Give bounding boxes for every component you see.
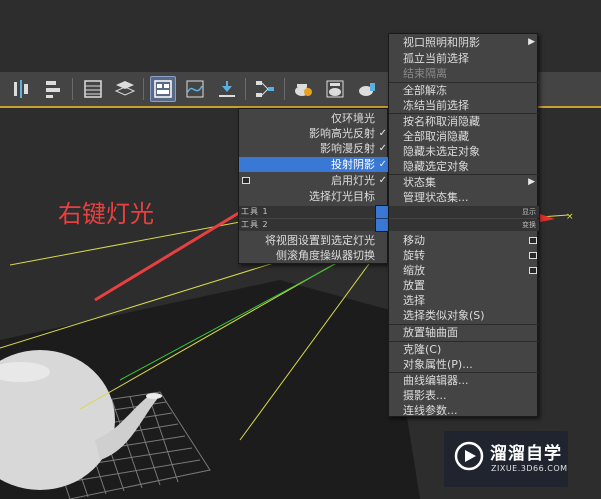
menu-item-dope-sheet[interactable]: 摄影表... [389, 388, 539, 403]
render-setup-icon [326, 80, 344, 98]
menu-item-hide-selection[interactable]: 隐藏选定对象 [389, 159, 539, 174]
menu-item-select-light-target[interactable]: 选择灯光目标 [239, 189, 389, 204]
menu-item-select[interactable]: 选择 [389, 293, 539, 308]
curve-editor-icon [186, 80, 204, 98]
watermark: 溜溜自学 ZIXUE.3D66.COM [444, 431, 568, 487]
options-box-icon[interactable] [242, 177, 250, 184]
quad-header-tools1: 工具 1 [239, 206, 389, 218]
toolbar-separator [72, 78, 73, 100]
menu-item-object-properties[interactable]: 对象属性(P)... [389, 357, 539, 372]
menu-item-clone[interactable]: 克隆(C) [389, 342, 539, 357]
menu-item-roll-manipulator[interactable]: 侧滚角度操纵器切换 [239, 248, 389, 263]
scene-explorer-icon [84, 80, 102, 98]
menu-item-place[interactable]: 放置 [389, 278, 539, 293]
menu-item-unhide-all[interactable]: 全部取消隐藏 [389, 129, 539, 144]
watermark-title: 溜溜自学 [490, 444, 562, 464]
checkmark-icon: ✓ [378, 128, 387, 139]
dope-sheet-button[interactable] [214, 76, 240, 102]
quad-header-transform: 变换 [389, 219, 539, 231]
options-box-icon[interactable] [529, 267, 537, 274]
checkmark-icon: ✓ [378, 159, 387, 170]
menu-item-cast-shadows[interactable]: 投射阴影 ✓ [239, 157, 389, 172]
menu-item-set-view-to-light[interactable]: 将视图设置到选定灯光 [239, 233, 389, 248]
menu-item-state-sets[interactable]: 状态集 ▶ [389, 175, 539, 190]
light-target-label: × [566, 212, 574, 222]
menu-item-unfreeze-all[interactable]: 全部解冻 [389, 83, 539, 98]
schematic-view-icon [256, 81, 274, 97]
menu-item-place-pivot-surface[interactable]: 放置轴曲面 [389, 325, 539, 340]
render-setup-button[interactable] [322, 76, 348, 102]
scene-explorer-button[interactable] [80, 76, 106, 102]
align-button[interactable] [8, 76, 34, 102]
dope-sheet-icon [219, 81, 235, 97]
menu-item-viewport-lighting[interactable]: 视口照明和阴影 ▶ [389, 35, 539, 50]
menu-item-end-isolate[interactable]: 结束隔离 [389, 66, 539, 81]
menu-item-move[interactable]: 移动 [389, 233, 539, 248]
viewport[interactable]: × 右键灯光 仅环境光 影响高光反射 ✓ 影响漫反射 ✓ 投射阴影 ✓ 启用灯光… [0, 0, 601, 499]
layer-manager-button[interactable] [112, 76, 138, 102]
material-editor-button[interactable] [290, 76, 316, 102]
menu-item-scale[interactable]: 缩放 [389, 263, 539, 278]
annotation-label: 右键灯光 [58, 200, 154, 228]
menu-item-unhide-by-name[interactable]: 按名称取消隐藏 [389, 114, 539, 129]
menu-item-manage-state-sets[interactable]: 管理状态集... [389, 190, 539, 205]
menu-item-wire-parameters[interactable]: 连线参数... [389, 403, 539, 418]
quad-menu-left: 仅环境光 影响高光反射 ✓ 影响漫反射 ✓ 投射阴影 ✓ 启用灯光 ✓ 选择灯光… [238, 108, 389, 264]
options-box-icon[interactable] [529, 237, 537, 244]
toolbar-separator [143, 78, 144, 100]
layer-align-icon [46, 81, 60, 98]
render-frame-icon [359, 83, 375, 96]
menu-item-hide-unselected[interactable]: 隐藏未选定对象 [389, 144, 539, 159]
ribbon-toggle-button[interactable] [150, 76, 176, 102]
quad-header-tools2: 工具 2 [239, 219, 389, 231]
schematic-view-button[interactable] [252, 76, 278, 102]
quad-header-display: 显示 [389, 206, 539, 218]
material-editor-icon [295, 84, 312, 96]
quad-menu-right: 视口照明和阴影 ▶ 孤立当前选择 结束隔离 全部解冻 冻结当前选择 按名称取消隐… [388, 33, 539, 418]
layer-manager-icon [114, 81, 136, 96]
options-box-icon[interactable] [529, 252, 537, 259]
watermark-logo-icon [454, 441, 484, 471]
submenu-arrow-icon: ▶ [528, 37, 535, 47]
menu-item-affect-diffuse[interactable]: 影响漫反射 ✓ [239, 141, 389, 156]
menu-item-select-similar[interactable]: 选择类似对象(S) [389, 308, 539, 323]
render-frame-button[interactable] [354, 76, 380, 102]
menu-item-isolate-selection[interactable]: 孤立当前选择 [389, 51, 539, 66]
menu-item-freeze-selection[interactable]: 冻结当前选择 [389, 98, 539, 113]
checkmark-icon: ✓ [378, 143, 387, 154]
watermark-url: ZIXUE.3D66.COM [491, 464, 568, 473]
toolbar-separator [284, 78, 285, 100]
submenu-arrow-icon: ▶ [528, 177, 535, 187]
toolbar-separator [245, 78, 246, 100]
curve-editor-button[interactable] [182, 76, 208, 102]
checkmark-icon: ✓ [378, 175, 387, 186]
menu-item-rotate[interactable]: 旋转 [389, 248, 539, 263]
align-icon [14, 80, 28, 98]
menu-item-enable-light[interactable]: 启用灯光 ✓ [239, 173, 389, 188]
menu-item-curve-editor[interactable]: 曲线编辑器... [389, 373, 539, 388]
ribbon-toggle-icon [154, 80, 172, 98]
menu-item-ambient-only[interactable]: 仅环境光 [239, 111, 389, 126]
menu-item-affect-specular[interactable]: 影响高光反射 ✓ [239, 126, 389, 141]
light-target-icon [540, 214, 555, 222]
layer-align-button[interactable] [40, 76, 66, 102]
